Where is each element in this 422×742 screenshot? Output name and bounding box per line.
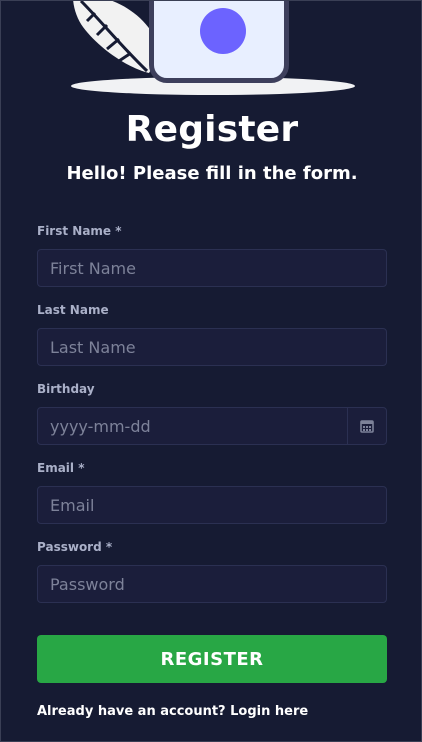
- hero-illustration: [1, 1, 422, 101]
- page-title: Register: [125, 109, 299, 150]
- birthday-input-group: [37, 407, 387, 445]
- last-name-label: Last Name: [37, 303, 109, 317]
- calendar-button[interactable]: [347, 407, 387, 445]
- first-name-field[interactable]: [37, 249, 387, 287]
- login-link[interactable]: Login here: [230, 704, 308, 719]
- birthday-field[interactable]: [37, 407, 348, 445]
- login-prompt: Already have an account? Login here: [37, 704, 308, 719]
- birthday-label: Birthday: [37, 382, 95, 396]
- password-label: Password *: [37, 540, 113, 554]
- password-field[interactable]: [37, 565, 387, 603]
- page-subtitle: Hello! Please fill in the form.: [66, 163, 358, 184]
- email-label: Email *: [37, 461, 85, 475]
- first-name-label: First Name *: [37, 224, 122, 238]
- last-name-field[interactable]: [37, 328, 387, 366]
- calendar-icon: [360, 420, 374, 433]
- email-field[interactable]: [37, 486, 387, 524]
- register-button[interactable]: REGISTER: [37, 635, 387, 683]
- phone-dot-illustration: [200, 8, 246, 54]
- phone-illustration: [149, 1, 289, 83]
- login-prompt-text: Already have an account?: [37, 704, 231, 719]
